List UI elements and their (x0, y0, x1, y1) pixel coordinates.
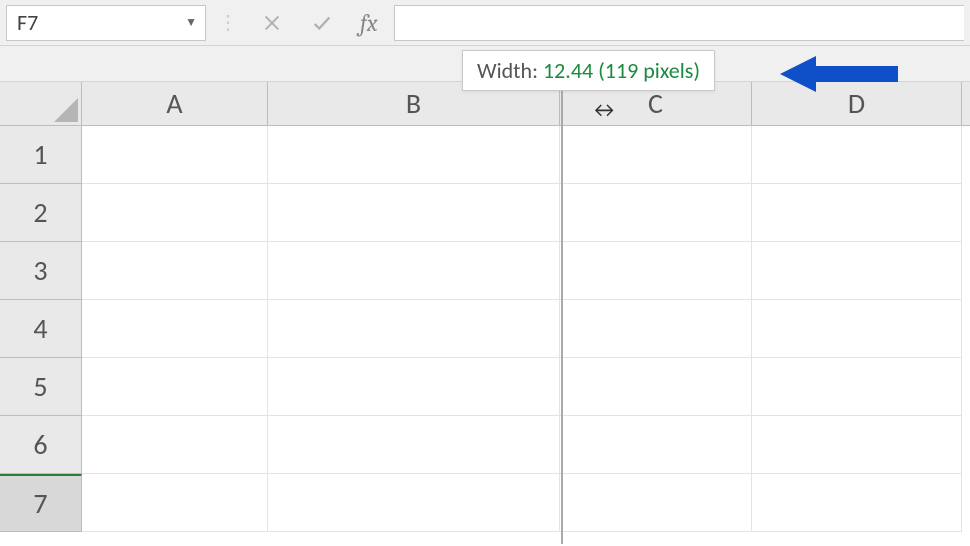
cell-C7[interactable] (560, 474, 752, 532)
cell-D4[interactable] (752, 300, 962, 358)
row-header-6[interactable]: 6 (0, 416, 82, 474)
row-header-3[interactable]: 3 (0, 242, 82, 300)
grid-row: 1 (0, 126, 970, 184)
select-all-corner[interactable] (0, 82, 82, 125)
cell-C2[interactable] (560, 184, 752, 242)
cell-D6[interactable] (752, 416, 962, 474)
cell-A7[interactable] (82, 474, 268, 532)
row-header-4[interactable]: 4 (0, 300, 82, 358)
formula-bar: F7 ▼ ⋮ fx (0, 0, 970, 46)
cell-D3[interactable] (752, 242, 962, 300)
cell-B2[interactable] (268, 184, 560, 242)
grid-row: 7 (0, 474, 970, 532)
cell-C3[interactable] (560, 242, 752, 300)
cell-A4[interactable] (82, 300, 268, 358)
cell-A5[interactable] (82, 358, 268, 416)
cell-D2[interactable] (752, 184, 962, 242)
grid-row: 4 (0, 300, 970, 358)
row-header-5[interactable]: 5 (0, 358, 82, 416)
cell-B6[interactable] (268, 416, 560, 474)
grid-row: 3 (0, 242, 970, 300)
insert-function-button[interactable]: fx (350, 9, 388, 37)
cell-B5[interactable] (268, 358, 560, 416)
spreadsheet-grid: A B C D 1234567 (0, 82, 970, 532)
cell-B4[interactable] (268, 300, 560, 358)
arrow-left-icon (780, 52, 900, 96)
cell-B7[interactable] (268, 474, 560, 532)
cell-A2[interactable] (82, 184, 268, 242)
cell-A3[interactable] (82, 242, 268, 300)
name-box-value: F7 (17, 9, 38, 36)
formula-input[interactable] (394, 5, 964, 41)
cell-D5[interactable] (752, 358, 962, 416)
grid-row: 2 (0, 184, 970, 242)
check-icon (311, 12, 333, 34)
cell-D7[interactable] (752, 474, 962, 532)
cell-D1[interactable] (752, 126, 962, 184)
row-header-7[interactable]: 7 (0, 474, 82, 532)
cell-B1[interactable] (268, 126, 560, 184)
row-header-1[interactable]: 1 (0, 126, 82, 184)
cell-A1[interactable] (82, 126, 268, 184)
name-box-dropdown-icon[interactable]: ▼ (185, 15, 197, 30)
cell-C5[interactable] (560, 358, 752, 416)
column-width-tooltip: Width: 12.44 (119 pixels) (462, 50, 715, 91)
grid-row: 5 (0, 358, 970, 416)
tooltip-value: 12.44 (543, 57, 593, 84)
tooltip-pixels: (119 pixels) (598, 57, 700, 84)
annotation-arrow (780, 52, 900, 101)
cell-C6[interactable] (560, 416, 752, 474)
tooltip-label: Width: (477, 57, 538, 84)
enter-button[interactable] (300, 5, 344, 41)
column-resize-guide (561, 84, 563, 544)
column-header-a[interactable]: A (82, 82, 268, 125)
grid-row: 6 (0, 416, 970, 474)
separator: ⋮ (212, 10, 244, 35)
cell-A6[interactable] (82, 416, 268, 474)
cell-C1[interactable] (560, 126, 752, 184)
row-header-2[interactable]: 2 (0, 184, 82, 242)
x-icon (261, 12, 283, 34)
cell-C4[interactable] (560, 300, 752, 358)
name-box[interactable]: F7 ▼ (6, 5, 206, 41)
cell-B3[interactable] (268, 242, 560, 300)
cancel-button[interactable] (250, 5, 294, 41)
